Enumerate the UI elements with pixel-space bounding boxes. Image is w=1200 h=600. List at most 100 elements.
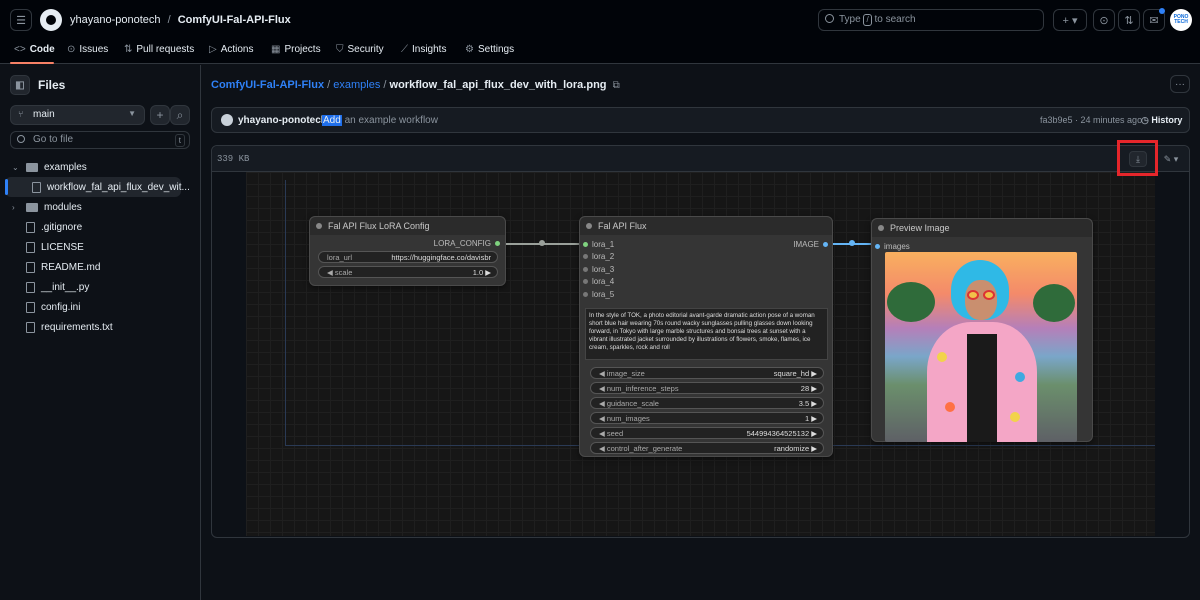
pull-request-icon: ⇅ [124,44,133,55]
commit-message-highlight: Add [322,115,342,126]
collapse-sidebar-icon[interactable]: ◧ [10,75,30,95]
tree-item-label: config.ini [41,301,81,313]
more-options-icon[interactable]: ··· [1170,75,1190,93]
search-input[interactable]: Type / to search [818,9,1044,31]
tree-file-gitignore[interactable]: .gitignore [26,218,82,236]
input-dot [583,279,588,284]
edit-file-button[interactable]: ✎ ▾ [1157,151,1185,167]
tab-label: Security [347,44,384,55]
owner-link[interactable]: yhayano-ponotech [70,14,161,26]
commit-author[interactable]: yhayano-ponotech [238,115,327,126]
input-slot: lora_1 [583,240,614,249]
breadcrumb: ComfyUI-Fal-API-Flux / examples / workfl… [211,79,620,91]
image-flower [1015,372,1025,382]
notification-dot [1159,8,1165,14]
image-glasses-left [967,290,979,300]
input-slot: lora_5 [583,290,614,299]
widget-label: ◀ num_images [599,414,650,423]
pull-requests-icon[interactable]: ⇅ [1118,9,1140,31]
folder-icon [26,202,38,212]
widget-num-images: ◀ num_images 1 ▶ [590,412,824,424]
latest-commit-bar: yhayano-ponotech Add an example workflow… [211,107,1190,133]
tab-pull-requests[interactable]: ⇅ Pull requests [124,44,194,55]
input-label: lora_5 [592,290,615,299]
issues-icon[interactable]: ⊙ [1093,9,1115,31]
image-tree-right [1033,284,1075,322]
branch-selector[interactable]: ⑂ main ▼ [10,105,145,125]
code-icon: <> [14,44,26,55]
top-header: ☰ yhayano-ponotech / ComfyUI-Fal-API-Flu… [0,0,1200,64]
commit-message[interactable]: Add an example workflow [322,115,438,126]
play-icon: ▷ [209,44,217,55]
download-highlight-box [1117,140,1158,176]
file-icon [26,281,35,293]
widget-value: 28 ▶ [800,384,817,393]
search-files-button[interactable]: ⌕ [170,105,190,125]
tree-file-config[interactable]: config.ini [26,298,80,316]
search-prefix: Type [839,14,861,25]
breadcrumb-repo-link[interactable]: ComfyUI-Fal-API-Flux [211,79,324,91]
history-button[interactable]: ◷ History [1141,115,1182,126]
tree-file-license[interactable]: LICENSE [26,238,84,256]
tab-code[interactable]: <> Code [14,44,55,55]
link-midpoint [849,240,855,246]
go-to-file-input[interactable]: Go to file t [10,131,190,149]
repo-path: yhayano-ponotech / ComfyUI-Fal-API-Flux [70,14,291,26]
tab-label: Issues [79,44,109,55]
gear-icon: ⚙ [465,44,474,55]
breadcrumb-folder-link[interactable]: examples [333,79,380,91]
file-icon [26,321,35,333]
user-avatar[interactable]: PONO TECH [1170,9,1192,31]
input-slot: images [875,242,910,251]
tree-folder-modules[interactable]: › modules [12,198,82,216]
image-shirt [967,334,997,442]
tree-file-readme[interactable]: README.md [26,258,100,276]
hamburger-menu-icon[interactable]: ☰ [10,9,32,31]
node-fal-api-flux: Fal API Flux lora_1 lora_2 lora_3 lora_4… [579,216,833,457]
node-output-slot: LORA_CONFIG [434,239,500,248]
widget-value: 544994364525132 ▶ [746,429,817,438]
tab-insights[interactable]: ⟋ Insights [401,44,446,55]
add-file-button[interactable]: + [150,105,170,125]
commit-hash-time[interactable]: fa3b9e5 · 24 minutes ago [1040,115,1142,125]
tab-issues[interactable]: ⊙ Issues [67,44,108,55]
table-icon: ▦ [271,44,281,55]
tree-item-label: __init__.py [41,281,90,293]
tab-settings[interactable]: ⚙ Settings [465,44,514,55]
tab-security[interactable]: ⛉ Security [336,44,384,55]
widget-value: https://huggingface.co/davisbr [391,253,491,262]
image-flower [937,352,947,362]
commit-message-rest: an example workflow [341,115,438,126]
tab-label: Settings [477,44,515,55]
file-size: 339 KB [217,154,250,164]
tree-item-label: README.md [41,261,101,273]
copy-path-icon[interactable]: ⧉ [613,80,620,91]
tree-item-label: .gitignore [41,221,83,233]
tab-label: Code [29,44,55,55]
breadcrumb-separator: / [327,79,331,91]
chevron-right-icon: › [12,202,15,212]
input-dot [583,242,588,247]
tab-actions[interactable]: ▷ Actions [209,44,254,55]
input-slot: lora_3 [583,265,614,274]
tree-item-label: examples [44,161,87,173]
input-slot: lora_2 [583,252,614,261]
tab-projects[interactable]: ▦ Projects [271,44,321,55]
file-icon [26,301,35,313]
group-border-left [285,180,286,445]
commit-author-avatar[interactable] [221,114,233,126]
pencil-icon: ✎ ▾ [1163,153,1179,164]
tree-file-workflow[interactable]: workflow_fal_api_flux_dev_wit... [32,178,190,196]
active-tab-indicator [10,62,54,64]
chevron-down-icon: ▼ [128,109,136,118]
tree-file-requirements[interactable]: requirements.txt [26,318,113,336]
tree-file-init[interactable]: __init__.py [26,278,89,296]
input-dot [583,254,588,259]
repo-link[interactable]: ComfyUI-Fal-API-Flux [178,14,291,26]
github-logo-icon[interactable] [40,9,62,31]
shield-icon: ⛉ [336,44,344,55]
go-to-file-shortcut: t [174,134,185,147]
widget-guidance-scale: ◀ guidance_scale 3.5 ▶ [590,397,824,409]
tree-folder-examples[interactable]: ⌄ examples [12,158,87,176]
create-new-button[interactable]: + ▾ [1053,9,1087,31]
